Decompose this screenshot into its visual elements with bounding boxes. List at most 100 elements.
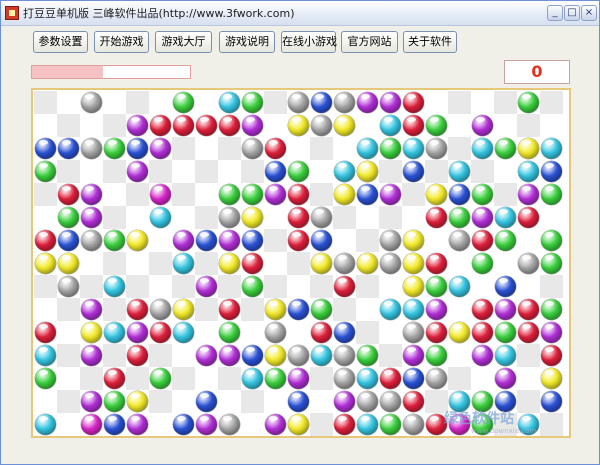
empty-cell[interactable] bbox=[103, 160, 126, 183]
ball[interactable] bbox=[518, 299, 539, 320]
ball[interactable] bbox=[495, 138, 516, 159]
ball[interactable] bbox=[35, 230, 56, 251]
ball[interactable] bbox=[403, 345, 424, 366]
ball[interactable] bbox=[58, 230, 79, 251]
empty-cell[interactable] bbox=[448, 344, 471, 367]
ball[interactable] bbox=[150, 368, 171, 389]
empty-cell[interactable] bbox=[126, 183, 149, 206]
empty-cell[interactable] bbox=[34, 390, 57, 413]
ball[interactable] bbox=[380, 299, 401, 320]
empty-cell[interactable] bbox=[333, 229, 356, 252]
ball[interactable] bbox=[449, 276, 470, 297]
ball[interactable] bbox=[311, 299, 332, 320]
empty-cell[interactable] bbox=[287, 321, 310, 344]
ball[interactable] bbox=[288, 230, 309, 251]
ball[interactable] bbox=[334, 391, 355, 412]
empty-cell[interactable] bbox=[517, 367, 540, 390]
ball[interactable] bbox=[81, 184, 102, 205]
ball[interactable] bbox=[426, 299, 447, 320]
empty-cell[interactable] bbox=[517, 114, 540, 137]
ball[interactable] bbox=[403, 138, 424, 159]
empty-cell[interactable] bbox=[494, 91, 517, 114]
ball[interactable] bbox=[81, 345, 102, 366]
minimize-button[interactable]: _ bbox=[547, 5, 563, 21]
ball[interactable] bbox=[219, 207, 240, 228]
ball[interactable] bbox=[380, 391, 401, 412]
ball[interactable] bbox=[449, 230, 470, 251]
ball[interactable] bbox=[127, 299, 148, 320]
ball[interactable] bbox=[541, 368, 562, 389]
ball[interactable] bbox=[518, 138, 539, 159]
close-button[interactable]: × bbox=[581, 5, 597, 21]
ball[interactable] bbox=[265, 414, 286, 435]
empty-cell[interactable] bbox=[57, 298, 80, 321]
ball[interactable] bbox=[311, 230, 332, 251]
ball[interactable] bbox=[403, 230, 424, 251]
empty-cell[interactable] bbox=[241, 298, 264, 321]
empty-cell[interactable] bbox=[310, 390, 333, 413]
empty-cell[interactable] bbox=[34, 114, 57, 137]
empty-cell[interactable] bbox=[310, 275, 333, 298]
ball[interactable] bbox=[495, 207, 516, 228]
ball[interactable] bbox=[403, 253, 424, 274]
empty-cell[interactable] bbox=[264, 390, 287, 413]
empty-cell[interactable] bbox=[402, 183, 425, 206]
ball[interactable] bbox=[81, 230, 102, 251]
ball[interactable] bbox=[518, 161, 539, 182]
ball[interactable] bbox=[449, 161, 470, 182]
empty-cell[interactable] bbox=[517, 229, 540, 252]
empty-cell[interactable] bbox=[356, 229, 379, 252]
empty-cell[interactable] bbox=[333, 206, 356, 229]
ball[interactable] bbox=[104, 276, 125, 297]
ball[interactable] bbox=[357, 368, 378, 389]
empty-cell[interactable] bbox=[34, 183, 57, 206]
ball[interactable] bbox=[334, 253, 355, 274]
title-bar[interactable]: 打豆豆单机版 三峰软件出品(http://www.3fwork.com) _ □… bbox=[1, 1, 599, 26]
game-help-button[interactable]: 游戏说明 bbox=[219, 31, 275, 53]
ball[interactable] bbox=[219, 414, 240, 435]
ball[interactable] bbox=[357, 138, 378, 159]
empty-cell[interactable] bbox=[34, 206, 57, 229]
ball[interactable] bbox=[265, 322, 286, 343]
ball[interactable] bbox=[518, 322, 539, 343]
ball[interactable] bbox=[334, 92, 355, 113]
ball[interactable] bbox=[150, 207, 171, 228]
empty-cell[interactable] bbox=[540, 114, 563, 137]
empty-cell[interactable] bbox=[356, 275, 379, 298]
ball[interactable] bbox=[426, 207, 447, 228]
ball[interactable] bbox=[265, 299, 286, 320]
ball[interactable] bbox=[150, 184, 171, 205]
ball[interactable] bbox=[495, 230, 516, 251]
ball[interactable] bbox=[127, 115, 148, 136]
ball[interactable] bbox=[35, 161, 56, 182]
empty-cell[interactable] bbox=[80, 252, 103, 275]
ball[interactable] bbox=[242, 253, 263, 274]
ball[interactable] bbox=[173, 299, 194, 320]
ball[interactable] bbox=[311, 92, 332, 113]
ball[interactable] bbox=[58, 253, 79, 274]
ball[interactable] bbox=[403, 115, 424, 136]
ball[interactable] bbox=[242, 184, 263, 205]
ball[interactable] bbox=[334, 414, 355, 435]
empty-cell[interactable] bbox=[57, 321, 80, 344]
ball[interactable] bbox=[242, 207, 263, 228]
ball[interactable] bbox=[334, 368, 355, 389]
empty-cell[interactable] bbox=[126, 91, 149, 114]
ball[interactable] bbox=[288, 115, 309, 136]
empty-cell[interactable] bbox=[80, 114, 103, 137]
ball[interactable] bbox=[541, 138, 562, 159]
empty-cell[interactable] bbox=[310, 413, 333, 436]
ball[interactable] bbox=[265, 184, 286, 205]
online-games-button[interactable]: 在线小游戏 bbox=[281, 31, 337, 53]
ball[interactable] bbox=[58, 184, 79, 205]
empty-cell[interactable] bbox=[425, 229, 448, 252]
ball[interactable] bbox=[196, 115, 217, 136]
ball[interactable] bbox=[541, 161, 562, 182]
empty-cell[interactable] bbox=[540, 413, 563, 436]
ball[interactable] bbox=[35, 253, 56, 274]
empty-cell[interactable] bbox=[471, 160, 494, 183]
ball[interactable] bbox=[242, 345, 263, 366]
ball[interactable] bbox=[357, 184, 378, 205]
ball[interactable] bbox=[81, 322, 102, 343]
ball[interactable] bbox=[518, 92, 539, 113]
